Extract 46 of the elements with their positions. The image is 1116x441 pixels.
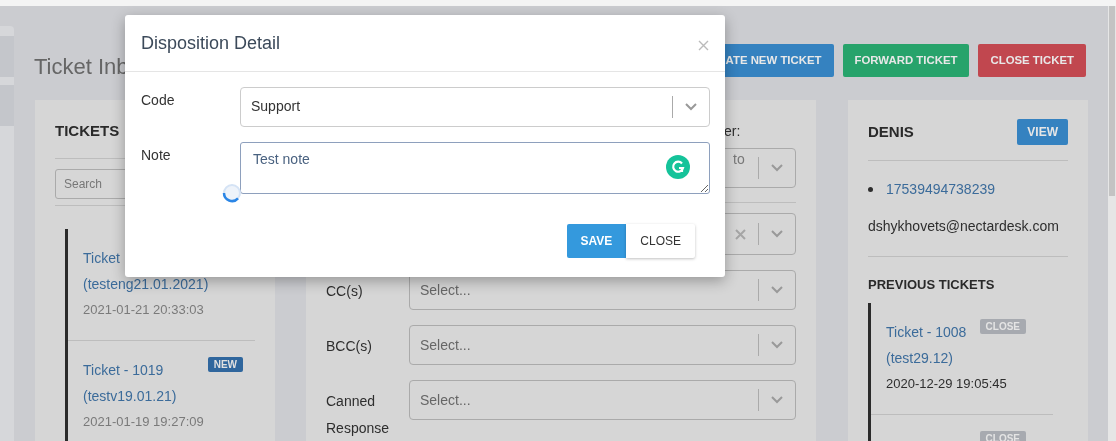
field-label: BCC(s) — [326, 337, 373, 356]
note-field[interactable]: Test note — [240, 141, 710, 194]
field-label: Note — [141, 145, 172, 165]
chevron-down-icon — [685, 102, 697, 111]
field-label: Code — [141, 90, 176, 110]
select-placeholder: Select... — [419, 390, 472, 410]
status-badge: NEW — [207, 357, 243, 372]
select-placeholder: Select... — [419, 280, 472, 300]
spinner-icon — [222, 182, 242, 203]
ticket-subject[interactable]: (testv19.01.21) — [83, 383, 177, 409]
field-label: Canned Response — [326, 392, 391, 438]
select-field[interactable]: Support — [240, 86, 710, 127]
select-field[interactable]: Select... — [409, 325, 796, 365]
panel-heading: TICKETS — [55, 121, 120, 141]
status-badge: CLOSE — [979, 319, 1026, 334]
phone-link[interactable]: 17539494738239 — [886, 179, 995, 199]
ticket-time: 2021-01-19 19:27:09 — [83, 413, 205, 431]
field-label: er: — [724, 122, 742, 141]
action-button[interactable]: FORWARD TICKET — [842, 44, 970, 77]
chevron-down-icon — [771, 230, 783, 238]
view-button[interactable]: VIEW — [1017, 119, 1068, 145]
field-label: CC(s) — [326, 282, 364, 301]
ticket-link[interactable]: Ticket - 1008 — [886, 319, 967, 345]
chevron-down-icon — [771, 286, 783, 294]
clear-icon[interactable] — [735, 228, 746, 240]
section-heading: PREVIOUS TICKETS — [868, 276, 995, 294]
save-button[interactable]: SAVE — [566, 223, 627, 258]
ticket-time: 2021-01-21 20:33:03 — [83, 301, 205, 319]
grammar-check-icon[interactable] — [666, 154, 690, 179]
email-text: dshykhovets@nectardesk.com — [868, 217, 1060, 236]
select-value: Support — [250, 97, 302, 117]
select-placeholder: to — [732, 150, 746, 167]
close-button[interactable]: CLOSE — [626, 223, 695, 258]
ticket-time: 2020-12-29 19:05:45 — [886, 375, 1008, 393]
action-button[interactable]: CLOSE TICKET — [978, 44, 1086, 77]
chevron-down-icon — [771, 341, 783, 349]
ticket-link[interactable]: Ticket - 1019 — [83, 357, 164, 383]
ticket-subject[interactable]: (test29.12) — [886, 345, 953, 371]
ticket-link[interactable]: Ticket — [83, 245, 120, 271]
select-placeholder: Select... — [419, 335, 472, 355]
contact-name: DENIS — [868, 121, 914, 142]
chevron-down-icon — [771, 396, 783, 404]
chevron-down-icon — [771, 164, 783, 172]
select-field[interactable]: Select... — [409, 380, 796, 420]
dialog-title: Disposition Detail — [141, 33, 281, 55]
bullet-icon — [868, 186, 873, 192]
